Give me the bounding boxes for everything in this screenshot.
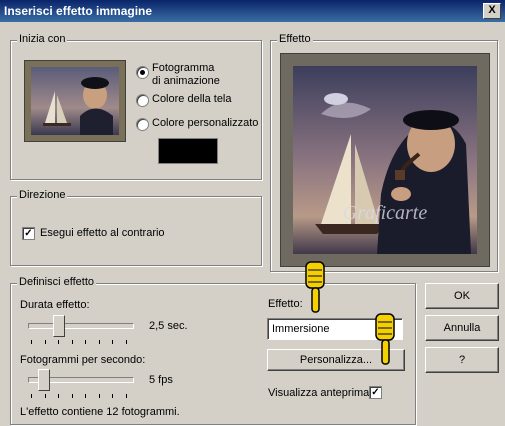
fps-slider-thumb[interactable]: [38, 369, 50, 391]
option-animation-frame-label-2: di animazione: [152, 75, 220, 87]
effect-type-label: Effetto:: [268, 298, 303, 310]
reverse-effect-checkbox[interactable]: ✓: [22, 227, 35, 240]
show-preview-checkbox[interactable]: ✓: [369, 386, 382, 399]
frames-info: L'effetto contiene 12 fotogrammi.: [20, 406, 180, 418]
help-button[interactable]: ?: [425, 347, 499, 373]
fps-value: 5 fps: [149, 374, 173, 386]
custom-color-swatch[interactable]: [158, 138, 218, 164]
duration-slider-track[interactable]: [28, 323, 134, 329]
option-canvas-color-label: Colore della tela: [152, 93, 232, 105]
watermark-text: Graficarte: [343, 202, 428, 224]
show-preview-label: Visualizza anteprima: [268, 387, 370, 399]
direction-label: Direzione: [17, 189, 68, 201]
option-canvas-color-radio[interactable]: [136, 94, 149, 107]
title-bar: Inserisci effetto immagine X: [0, 0, 505, 22]
window-title: Inserisci effetto immagine: [4, 4, 153, 18]
option-animation-frame-label-1: Fotogramma: [152, 62, 215, 74]
close-button[interactable]: X: [483, 3, 501, 19]
duration-label: Durata effetto:: [20, 299, 90, 311]
option-animation-frame-radio[interactable]: [136, 66, 149, 79]
cancel-button[interactable]: Annulla: [425, 315, 499, 341]
define-effect-label: Definisci effetto: [17, 276, 97, 288]
start-with-label: Inizia con: [17, 33, 68, 45]
fps-label: Fotogrammi per secondo:: [20, 354, 146, 366]
ok-button[interactable]: OK: [425, 283, 499, 309]
duration-slider-thumb[interactable]: [53, 315, 65, 337]
start-thumbnail-image: [24, 60, 126, 142]
effect-type-value: Immersione: [272, 323, 330, 335]
duration-value: 2,5 sec.: [149, 320, 188, 332]
pointing-hand-icon: [374, 312, 396, 368]
pointing-hand-icon: [304, 260, 326, 316]
effect-preview-image: Graficarte: [280, 53, 490, 267]
option-custom-color-label: Colore personalizzato: [152, 117, 259, 129]
option-custom-color-radio[interactable]: [136, 118, 149, 131]
reverse-effect-label: Esegui effetto al contrario: [40, 227, 165, 239]
effect-preview-label: Effetto: [277, 33, 313, 45]
